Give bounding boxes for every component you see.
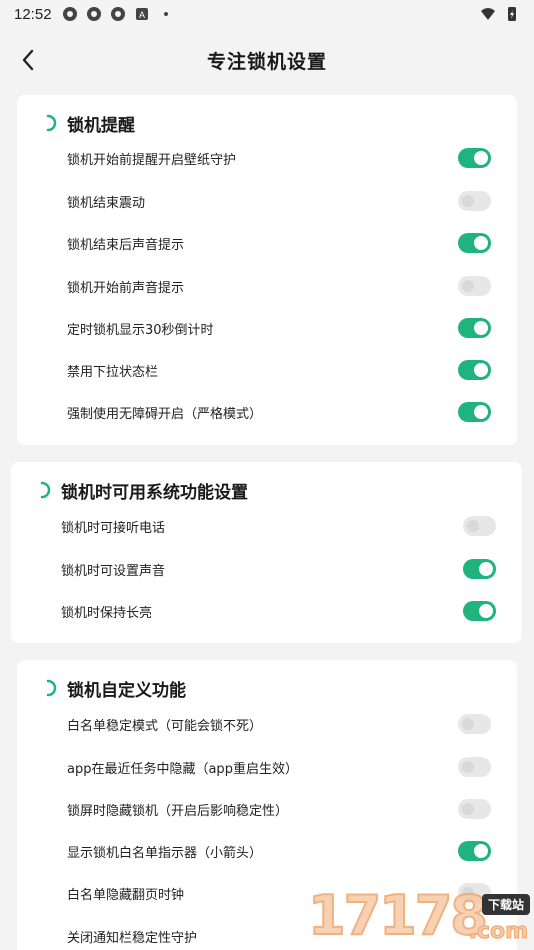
toggle-knob: [462, 803, 474, 815]
setting-row: 锁机时可接听电话: [11, 505, 522, 547]
accent-arc-icon: [46, 679, 57, 697]
setting-label: 白名单稳定模式（可能会锁不死）: [67, 718, 263, 734]
watermark-badge: 下载站: [481, 894, 530, 915]
setting-toggle[interactable]: [458, 402, 491, 422]
setting-row: 显示锁机白名单指示器（小箭头）: [17, 830, 517, 872]
setting-toggle[interactable]: [458, 841, 491, 861]
setting-toggle[interactable]: [458, 757, 491, 777]
setting-row: 锁机时保持长亮: [11, 590, 522, 632]
toggle-knob: [467, 520, 479, 532]
section-title: 锁机提醒: [67, 115, 135, 136]
setting-row: 锁机时可设置声音: [11, 548, 522, 590]
setting-label: 锁机结束震动: [67, 195, 146, 211]
header: 专注锁机设置: [0, 28, 534, 92]
setting-toggle[interactable]: [458, 233, 491, 253]
section-card-system-functions: 锁机时可用系统功能设置 锁机时可接听电话 锁机时可设置声音 锁机时保持长亮: [11, 462, 522, 643]
watermark-logo: 17178 下载站 .com: [307, 880, 534, 950]
section-card-lock-reminders: 锁机提醒 锁机开始前提醒开启壁纸守护 锁机结束震动 锁机结束后声音提示 锁机开始…: [17, 95, 517, 445]
setting-row: 锁机开始前声音提示: [17, 265, 517, 307]
section-title: 锁机自定义功能: [67, 680, 186, 701]
setting-toggle[interactable]: [458, 360, 491, 380]
setting-toggle[interactable]: [463, 516, 496, 536]
setting-row: 禁用下拉状态栏: [17, 349, 517, 391]
setting-label: 锁屏时隐藏锁机（开启后影响稳定性）: [67, 803, 289, 819]
toggle-knob: [479, 562, 493, 576]
setting-label: 锁机结束后声音提示: [67, 237, 185, 253]
setting-toggle[interactable]: [458, 799, 491, 819]
toggle-knob: [462, 195, 474, 207]
setting-label: 锁机时可接听电话: [61, 520, 166, 536]
toggle-knob: [462, 761, 474, 773]
setting-row: 白名单稳定模式（可能会锁不死）: [17, 703, 517, 745]
setting-row: 锁机开始前提醒开启壁纸守护: [17, 137, 517, 179]
setting-toggle[interactable]: [458, 318, 491, 338]
toggle-knob: [474, 236, 488, 250]
status-time: 12:52: [14, 5, 52, 23]
watermark-suffix: .com: [468, 919, 528, 945]
setting-label: 禁用下拉状态栏: [67, 364, 159, 380]
setting-row: 锁机结束后声音提示: [17, 222, 517, 264]
app-icon: [110, 7, 125, 21]
wifi-icon: [481, 8, 495, 20]
setting-toggle[interactable]: [458, 714, 491, 734]
toggle-knob: [474, 151, 488, 165]
status-right-icons: [480, 6, 520, 22]
setting-row: 锁屏时隐藏锁机（开启后影响稳定性）: [17, 788, 517, 830]
page-title: 专注锁机设置: [206, 50, 327, 73]
toggle-knob: [479, 604, 493, 618]
setting-row: 锁机结束震动: [17, 180, 517, 222]
setting-toggle[interactable]: [458, 148, 491, 168]
toggle-knob: [462, 718, 474, 730]
battery-icon: [508, 7, 516, 21]
setting-toggle[interactable]: [458, 276, 491, 296]
status-bar: 12:52 A: [0, 0, 534, 28]
setting-toggle[interactable]: [458, 191, 491, 211]
svg-text:A: A: [139, 10, 145, 20]
section-title: 锁机时可用系统功能设置: [61, 482, 248, 503]
setting-label: 锁机时可设置声音: [61, 563, 166, 579]
dot-icon: [163, 12, 168, 16]
toggle-knob: [474, 405, 488, 419]
toggle-knob: [474, 363, 488, 377]
setting-label: 强制使用无障碍开启（严格模式）: [67, 406, 263, 422]
app-icon: [62, 7, 77, 21]
setting-label: 锁机开始前声音提示: [67, 280, 185, 296]
setting-row: app在最近任务中隐藏（app重启生效）: [17, 746, 517, 788]
setting-label: app在最近任务中隐藏（app重启生效）: [67, 761, 298, 777]
toggle-knob: [474, 321, 488, 335]
toggle-knob: [474, 844, 488, 858]
setting-label: 显示锁机白名单指示器（小箭头）: [67, 845, 263, 861]
setting-label: 锁机时保持长亮: [61, 605, 153, 621]
chevron-left-icon: [22, 49, 34, 71]
app-icon: [86, 7, 101, 21]
toggle-knob: [462, 280, 474, 292]
watermark-digits: 17178: [307, 883, 489, 948]
setting-row: 强制使用无障碍开启（严格模式）: [17, 391, 517, 433]
status-left-icons: A: [62, 6, 174, 22]
setting-toggle[interactable]: [463, 559, 496, 579]
back-button[interactable]: [14, 46, 42, 74]
setting-row: 定时锁机显示30秒倒计时: [17, 307, 517, 349]
setting-toggle[interactable]: [463, 601, 496, 621]
setting-label: 锁机开始前提醒开启壁纸守护: [67, 152, 237, 168]
a-icon: A: [135, 8, 148, 20]
accent-arc-icon: [40, 481, 51, 499]
setting-label: 定时锁机显示30秒倒计时: [67, 322, 214, 338]
accent-arc-icon: [46, 114, 57, 132]
